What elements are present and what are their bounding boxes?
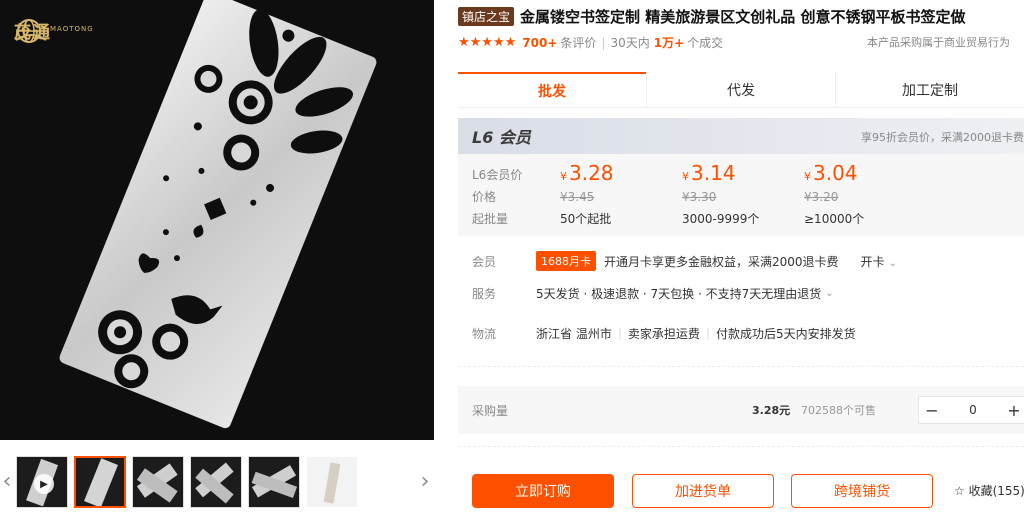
membership-label: 会员 <box>472 254 497 269</box>
thumbnail-item[interactable] <box>248 456 300 508</box>
main-product-image[interactable]: 茂通 MAOTONG <box>0 0 434 440</box>
purchase-mode-tabs: 批发 代发 加工定制 <box>458 72 1024 108</box>
favorite-button[interactable]: ☆ 收藏(155) <box>954 482 1024 499</box>
original-price: ¥3.45 <box>560 190 595 204</box>
reviews-count[interactable]: 700+ <box>522 36 557 50</box>
price-row-labels: L6会员价 价格 起批量 <box>472 164 532 230</box>
quantity-input[interactable]: 0 <box>945 403 1001 417</box>
section-divider <box>458 446 1024 447</box>
favorite-label: 收藏(155) <box>968 484 1024 498</box>
tab-dropship[interactable]: 代发 <box>646 72 835 107</box>
price-tier-3: ¥3.04 ¥3.20 ≥10000个 <box>804 160 924 230</box>
reviews-label[interactable]: 条评价 <box>560 34 596 51</box>
member-level-title: L6 会员 <box>472 128 531 147</box>
quantity-plus-button[interactable]: + <box>1001 401 1024 420</box>
brand-logo: 茂通 <box>14 18 52 43</box>
chevron-down-icon[interactable]: ⌄ <box>825 288 833 299</box>
unit-price: 3.28元 <box>752 404 791 417</box>
rating-stars-icon: ★★★★★ <box>458 35 517 50</box>
price-label: 价格 <box>472 190 497 204</box>
purchase-quantity-row: 采购量 3.28元 702588个可售 − 0 + <box>458 386 1024 434</box>
thumbnail-image <box>251 465 298 499</box>
divider: | <box>601 35 606 50</box>
member-price: 3.14 <box>691 161 736 185</box>
thumbnail-item[interactable] <box>306 456 358 508</box>
logistics-fee: 卖家承担运费 <box>627 326 700 341</box>
currency-symbol: ¥ <box>804 170 811 183</box>
currency-symbol: ¥ <box>560 170 567 183</box>
member-price-label: L6会员价 <box>472 168 523 182</box>
thumbnail-image <box>84 458 118 506</box>
bookmark-illustration <box>59 0 377 429</box>
open-card-link[interactable]: 开卡 ⌄ <box>861 253 897 270</box>
member-discount-note: 享95折会员价，采满2000退卡费 <box>861 131 1024 144</box>
play-icon: ▶ <box>34 474 54 494</box>
quantity-minus-button[interactable]: − <box>919 401 945 420</box>
cross-border-button[interactable]: 跨境铺货 <box>791 474 933 508</box>
product-info-panel: 镇店之宝 金属镂空书签定制 精美旅游景区文创礼品 创意不锈钢平板书签定做 ★★★… <box>458 0 1024 526</box>
thumbnail-item[interactable] <box>74 456 126 508</box>
sales-period: 30天内 <box>610 36 650 50</box>
thumbnail-image <box>323 462 341 504</box>
quantity-stepper: − 0 + <box>918 396 1024 424</box>
thumbnail-image <box>136 463 178 503</box>
sales-count: 1万+ <box>653 36 685 50</box>
member-price: 3.28 <box>569 161 614 185</box>
currency-symbol: ¥ <box>682 170 689 183</box>
tab-custom-processing[interactable]: 加工定制 <box>835 72 1024 107</box>
open-card-label: 开卡 <box>860 254 885 269</box>
moq-value: ≥10000个 <box>804 212 865 226</box>
shop-treasure-badge: 镇店之宝 <box>458 7 515 26</box>
price-box: L6 会员 享95折会员价，采满2000退卡费 L6会员价 价格 起批量 ¥3.… <box>458 118 1024 236</box>
brand-subtitle: MAOTONG <box>50 25 94 33</box>
logistics-row: 物流 浙江省 温州市 | 卖家承担运费 | 付款成功后5天内安排发货 <box>472 322 1024 344</box>
product-title: 金属镂空书签定制 精美旅游景区文创礼品 创意不锈钢平板书签定做 <box>520 8 966 26</box>
membership-row: 会员 1688月卡 开通月卡享更多金融权益，采满2000退卡费 开卡 ⌄ <box>472 250 1024 272</box>
service-label: 服务 <box>472 286 497 301</box>
order-now-button[interactable]: 立即订购 <box>472 474 614 508</box>
rating-row: ★★★★★ 700+ 条评价 | 30天内 1万+ 个成交 本产品采购属于商业贸… <box>458 34 1024 51</box>
star-icon: ☆ <box>954 484 965 498</box>
service-row: 服务 5天发货 · 极速退款 · 7天包换 · 不支持7天无理由退货 ⌄ <box>472 282 1024 304</box>
title-row: 镇店之宝 金属镂空书签定制 精美旅游景区文创礼品 创意不锈钢平板书签定做 <box>458 6 965 27</box>
thumbnail-prev-button[interactable]: ‹ <box>0 456 14 506</box>
logistics-origin: 浙江省 温州市 <box>536 326 612 341</box>
moq-value: 50个起批 <box>560 212 612 226</box>
thumbnail-strip: ‹ ▶ › <box>0 448 434 518</box>
quantity-label: 采购量 <box>472 403 509 418</box>
monthly-card-text: 开通月卡享更多金融权益，采满2000退卡费 <box>604 254 839 269</box>
action-buttons: 立即订购 加进货单 跨境铺货 ☆ 收藏(155) <box>472 474 1024 510</box>
monthly-card-badge: 1688月卡 <box>536 251 596 271</box>
divider: | <box>705 326 710 340</box>
stock-available: 702588个可售 <box>801 404 876 417</box>
thumbnail-image <box>195 462 234 504</box>
tab-wholesale[interactable]: 批发 <box>458 72 646 107</box>
logistics-shipping: 付款成功后5天内安排发货 <box>715 326 856 341</box>
chevron-down-icon: ⌄ <box>888 257 897 269</box>
price-tier-2: ¥3.14 ¥3.30 3000-9999个 <box>682 160 802 230</box>
globe-logo-icon <box>15 19 47 43</box>
moq-label: 起批量 <box>472 212 509 226</box>
original-price: ¥3.30 <box>682 190 717 204</box>
section-divider <box>458 366 1024 367</box>
add-to-purchase-list-button[interactable]: 加进货单 <box>632 474 774 508</box>
thumbnail-item[interactable] <box>132 456 184 508</box>
trade-note: 本产品采购属于商业贸易行为 <box>867 36 1010 49</box>
price-tier-1: ¥3.28 ¥3.45 50个起批 <box>560 160 680 230</box>
sales-label: 个成交 <box>687 36 724 50</box>
member-bar: L6 会员 享95折会员价，采满2000退卡费 <box>458 118 1024 154</box>
logistics-label: 物流 <box>472 326 497 341</box>
thumbnail-item[interactable] <box>190 456 242 508</box>
divider: | <box>617 326 622 340</box>
original-price: ¥3.20 <box>804 190 839 204</box>
moq-value: 3000-9999个 <box>682 212 760 226</box>
member-price: 3.04 <box>813 161 858 185</box>
service-text[interactable]: 5天发货 · 极速退款 · 7天包换 · 不支持7天无理由退货 <box>536 285 821 302</box>
thumbnail-video[interactable]: ▶ <box>16 456 68 508</box>
thumbnail-next-button[interactable]: › <box>418 456 432 506</box>
